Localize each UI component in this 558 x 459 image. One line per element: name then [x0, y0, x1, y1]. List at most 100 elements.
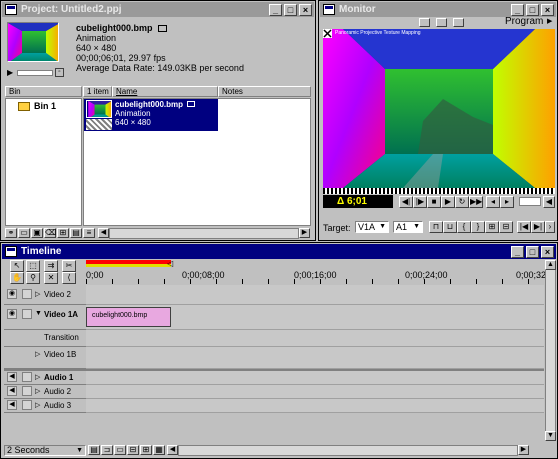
lock-icon[interactable]	[22, 289, 32, 299]
audio-target-select[interactable]: A1 ▼	[393, 221, 423, 233]
delete-icon[interactable]: ⌫	[44, 228, 56, 238]
find-icon[interactable]: ⚭	[5, 228, 17, 238]
link-tool-icon[interactable]: ✕	[44, 272, 58, 284]
track-row-video1b[interactable]	[86, 347, 544, 369]
expand-track-icon[interactable]: ▷	[35, 290, 40, 298]
bin-item[interactable]: Bin 1	[18, 101, 56, 111]
close-button[interactable]: ×	[541, 3, 554, 16]
monitor-menu-arrow-icon[interactable]: ▶	[547, 17, 552, 25]
speaker-icon[interactable]: ◀	[7, 386, 17, 396]
shift-tracks-icon[interactable]: ⊟	[127, 445, 139, 455]
close-button[interactable]: ×	[299, 3, 312, 16]
set-poster-frame-button[interactable]: ▫	[55, 68, 64, 77]
track-row-video2[interactable]	[86, 285, 544, 305]
lock-icon[interactable]	[22, 400, 32, 410]
insert-icon[interactable]: ⊞	[485, 221, 499, 233]
loop-icon[interactable]: ↻	[455, 196, 469, 208]
monitor-titlebar[interactable]: Monitor _ □ ×	[320, 2, 556, 17]
thumbnail-view-icon[interactable]: ▤	[70, 228, 82, 238]
step-forward-icon[interactable]: |▶	[413, 196, 427, 208]
minimize-button[interactable]: _	[511, 3, 524, 16]
expand-track-icon[interactable]: ▷	[35, 401, 40, 409]
lock-icon[interactable]	[22, 386, 32, 396]
monitor-options-icon[interactable]: ›	[545, 221, 555, 233]
collapse-track-icon[interactable]: ▼	[35, 310, 42, 317]
track-row-audio3[interactable]	[86, 399, 544, 413]
scroll-right-arrow[interactable]: ▶	[518, 445, 529, 455]
speaker-icon[interactable]: ◀	[7, 372, 17, 382]
new-bin-icon[interactable]: ▭	[18, 228, 30, 238]
close-button[interactable]: ×	[541, 245, 554, 258]
poster-frame-slider[interactable]	[17, 70, 53, 76]
scroll-right-arrow[interactable]: ▶	[299, 228, 310, 238]
track-format-icon[interactable]: ▤	[88, 445, 100, 455]
minimize-button[interactable]: _	[269, 3, 282, 16]
frame-forward-icon[interactable]: ▸	[500, 196, 514, 208]
project-titlebar[interactable]: Project: Untitled2.ppj _ □ ×	[2, 2, 314, 17]
create-item-icon[interactable]: ▣	[31, 228, 43, 238]
timeline-titlebar[interactable]: Timeline _ □ ×	[2, 244, 556, 259]
track-header-audio1[interactable]: ◀ ▷ Audio 1	[4, 371, 86, 385]
selection-tool-icon[interactable]: ↖	[10, 260, 24, 272]
scroll-up-arrow[interactable]: ▲	[545, 260, 556, 270]
track-header-audio3[interactable]: ◀ ▷ Audio 3	[4, 399, 86, 413]
track-row-transition[interactable]	[86, 330, 544, 347]
step-back-icon[interactable]: ◀|	[399, 196, 413, 208]
go-to-out-icon[interactable]: ▶|	[531, 221, 545, 233]
timeline-vertical-scrollbar[interactable]: ▲ ▼	[545, 260, 556, 441]
in-out-tool-icon[interactable]: ⟨	[62, 272, 76, 284]
video-target-select[interactable]: V1A ▼	[355, 221, 389, 233]
hand-tool-icon[interactable]: ✋	[10, 272, 24, 284]
range-select-tool-icon[interactable]: ⬚	[26, 260, 40, 272]
bin-column-header[interactable]: Bin	[5, 86, 82, 97]
project-horizontal-scrollbar[interactable]	[109, 228, 299, 239]
list-view-icon[interactable]: ≡	[83, 228, 95, 238]
eye-icon[interactable]: ◉	[7, 289, 17, 299]
track-row-audio1[interactable]	[86, 371, 544, 385]
mark-in-icon[interactable]: {	[457, 221, 471, 233]
track-select-tool-icon[interactable]: ⇉	[44, 260, 58, 272]
track-header-video2[interactable]: ◉ ▷ Video 2	[4, 285, 86, 305]
dual-view-icon[interactable]	[436, 18, 447, 27]
track-header-video1a[interactable]: ◉ ▼ Video 1A	[4, 305, 86, 330]
minimize-button[interactable]: _	[511, 245, 524, 258]
speaker-icon[interactable]: ◀	[7, 400, 17, 410]
mark-out-icon[interactable]: }	[471, 221, 485, 233]
track-row-video1a[interactable]: cubelight000.bmp	[86, 305, 544, 330]
list-item[interactable]: cubelight000.bmp Animation 640 × 480	[84, 99, 218, 131]
snap-to-edges-icon[interactable]: ⊐	[101, 445, 113, 455]
track-header-video1b[interactable]: ▷ Video 1B	[4, 347, 86, 369]
overlay-icon[interactable]: ⊟	[499, 221, 513, 233]
track-row-audio2[interactable]	[86, 385, 544, 399]
trim-view-icon[interactable]	[453, 18, 464, 27]
scroll-left-arrow[interactable]: ◀	[167, 445, 178, 455]
scroll-down-arrow[interactable]: ▼	[545, 431, 556, 441]
go-to-in-icon[interactable]: |◀	[517, 221, 531, 233]
time-ruler[interactable]: ◁ 0;00 0;00;08;00 0;00;16;00 0;00;24;00 …	[86, 259, 546, 284]
expand-track-icon[interactable]: ▷	[35, 373, 40, 381]
timecode-display[interactable]: Δ 6;01	[323, 195, 393, 208]
time-zoom-select[interactable]: 2 Seconds ▼	[4, 445, 86, 456]
name-column-header[interactable]: Name	[112, 86, 218, 97]
lock-icon[interactable]	[22, 309, 32, 319]
notes-column-header[interactable]: Notes	[218, 86, 311, 97]
timeline-horizontal-scrollbar[interactable]	[178, 445, 518, 456]
razor-tool-icon[interactable]: ✂	[62, 260, 76, 272]
timeline-clip[interactable]: cubelight000.bmp	[86, 307, 171, 327]
edge-view-icon[interactable]: ▭	[114, 445, 126, 455]
maximize-button[interactable]: □	[526, 245, 539, 258]
work-area-end-icon[interactable]: ◁	[167, 259, 173, 268]
eye-icon[interactable]: ◉	[7, 309, 17, 319]
sync-mode-icon[interactable]: ⊞	[140, 445, 152, 455]
jog-wheel[interactable]	[519, 197, 541, 206]
extract-icon[interactable]: ⊔	[443, 221, 457, 233]
track-header-audio2[interactable]: ◀ ▷ Audio 2	[4, 385, 86, 399]
scroll-left-arrow[interactable]: ◀	[98, 228, 109, 238]
shuttle-ruler[interactable]	[323, 188, 555, 194]
single-view-icon[interactable]	[419, 18, 430, 27]
expand-track-icon[interactable]: ▷	[35, 387, 40, 395]
play-in-out-icon[interactable]: ▶▶	[469, 196, 483, 208]
lift-icon[interactable]: ⊓	[429, 221, 443, 233]
frame-back-icon[interactable]: ◂	[486, 196, 500, 208]
stop-icon[interactable]: ■	[427, 196, 441, 208]
